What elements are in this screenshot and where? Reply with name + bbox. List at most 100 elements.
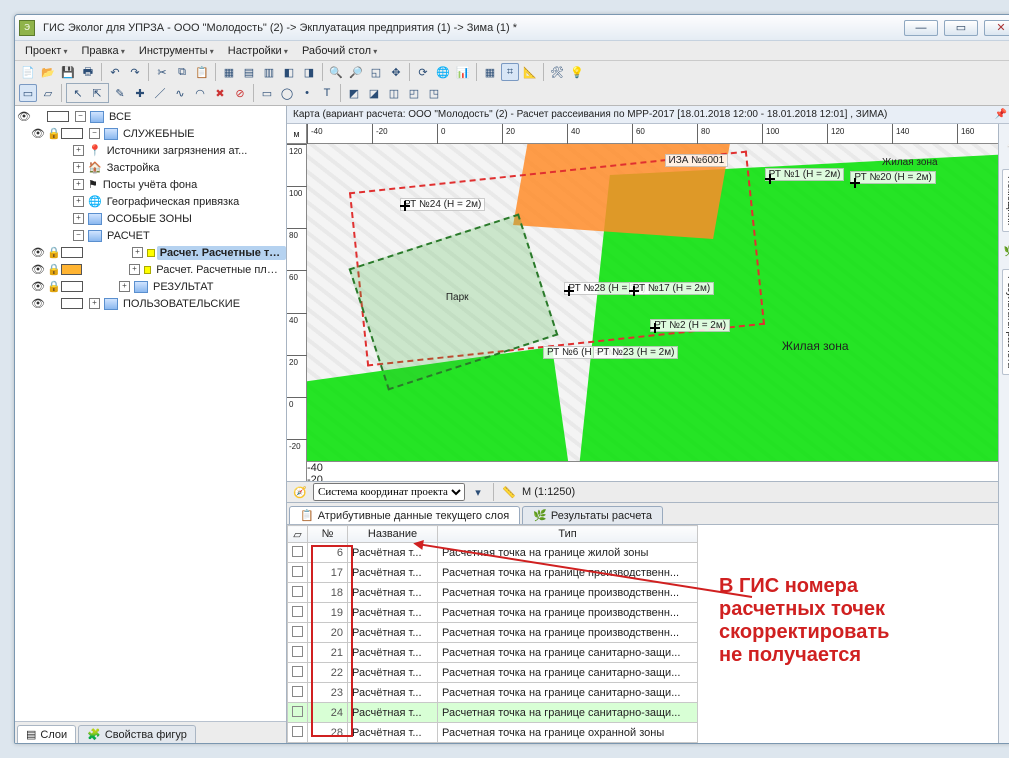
new-icon[interactable]: 📄 [19,63,37,81]
table-row[interactable]: 6Расчётная т...Расчетная точка на границ… [288,543,698,563]
node-edit-icon[interactable]: ✎ [111,84,129,102]
add-node-icon[interactable]: ✚ [131,84,149,102]
save-icon[interactable]: 💾 [59,63,77,81]
m2-icon[interactable]: ◪ [365,84,383,102]
row-checkbox[interactable] [292,646,303,657]
cell-num[interactable]: 17 [308,563,348,583]
calc-point-marker[interactable] [629,286,639,296]
pointer2-icon[interactable]: ⇱ [88,84,106,102]
cell-name[interactable]: Расчётная т... [348,643,438,663]
results-dock-icon[interactable]: 🌿 [1004,244,1009,257]
tree-item[interactable]: Источники загрязнения ат... [104,144,251,158]
eye-icon[interactable]: 👁 [31,246,45,259]
eye-icon[interactable]: 👁 [31,280,45,293]
expander[interactable]: + [73,162,84,173]
row-checkbox[interactable] [292,606,303,617]
cell-name[interactable]: Расчётная т... [348,663,438,683]
dock-tab-results[interactable]: Результаты расчета [1002,269,1009,375]
tree-item[interactable]: ОСОБЫЕ ЗОНЫ [104,212,195,226]
poly-tool-icon[interactable]: ▱ [39,84,57,102]
arc-icon[interactable]: ◠ [191,84,209,102]
menu-tools[interactable]: Инструменты [133,44,220,58]
cell-type[interactable]: Расчетная точка на границе производствен… [438,583,698,603]
line-icon[interactable]: ／ [151,84,169,102]
expander[interactable]: − [89,128,100,139]
measure-icon[interactable]: 📏 [500,483,518,501]
pin-icon[interactable]: 📌 [995,109,1007,120]
expander[interactable]: + [119,281,130,292]
cell-type[interactable]: Расчетная точка на границе охранной зоны [438,723,698,743]
tab-attributes[interactable]: 📋 Атрибутивные данные текущего слоя [289,506,520,524]
menu-workspace[interactable]: Рабочий стол [296,44,383,58]
cell-type[interactable]: Расчетная точка на границе производствен… [438,603,698,623]
select-tool-icon[interactable]: ▭ [19,84,37,102]
expander[interactable]: + [132,247,143,258]
table-row[interactable]: 28Расчётная т...Расчетная точка на грани… [288,723,698,743]
text-icon[interactable]: T [318,84,336,102]
row-checkbox[interactable] [292,626,303,637]
col-type[interactable]: Тип [438,526,698,543]
cell-type[interactable]: Расчетная точка на границе санитарно-защ… [438,703,698,723]
ruler-icon[interactable]: 📐 [521,63,539,81]
minimize-button[interactable]: — [904,20,938,36]
point-icon[interactable]: • [298,84,316,102]
cell-type[interactable]: Расчетная точка на границе производствен… [438,623,698,643]
cell-num[interactable]: 19 [308,603,348,623]
del-node-icon[interactable]: ✖ [211,84,229,102]
ellipse-icon[interactable]: ◯ [278,84,296,102]
m5-icon[interactable]: ◳ [425,84,443,102]
cell-num[interactable]: 28 [308,723,348,743]
tab-props[interactable]: 🧩 Свойства фигур [78,725,196,743]
row-checkbox[interactable] [292,686,303,697]
undo-icon[interactable]: ↶ [106,63,124,81]
snap-icon[interactable]: ⌗ [501,63,519,81]
chart-icon[interactable]: 📊 [454,63,472,81]
expander[interactable]: − [73,230,84,241]
row-checkbox[interactable] [292,666,303,677]
tab-results[interactable]: 🌿 Результаты расчета [522,506,663,524]
expander[interactable]: + [73,179,84,190]
eye-icon[interactable]: 👁 [31,263,45,276]
close-button[interactable]: ✕ [984,20,1009,36]
calc-point-marker[interactable] [850,178,860,188]
m3-icon[interactable]: ◫ [385,84,403,102]
tree-item[interactable]: Географическая привязка [104,195,243,209]
cell-num[interactable]: 24 [308,703,348,723]
menu-settings[interactable]: Настройки [222,44,294,58]
expander[interactable]: + [129,264,139,275]
row-checkbox[interactable] [292,706,303,717]
table-row[interactable]: 24Расчётная т...Расчетная точка на грани… [288,703,698,723]
tree-item[interactable]: Посты учёта фона [100,178,200,192]
layer-tree[interactable]: 👁 − ВСЕ 👁🔒 − СЛУЖЕБНЫЕ + 📍 Источники [15,106,286,721]
tree-item[interactable]: Расчет. Расчетные площ... [153,263,286,277]
zoom-out-icon[interactable]: 🔎 [347,63,365,81]
crs-select[interactable]: Система координат проекта [313,483,465,501]
row-checkbox[interactable] [292,586,303,597]
close-path-icon[interactable]: ⊘ [231,84,249,102]
calc-point-marker[interactable] [564,286,574,296]
cell-type[interactable]: Расчетная точка на границе производствен… [438,563,698,583]
m4-icon[interactable]: ◰ [405,84,423,102]
globe-icon[interactable]: 🌐 [434,63,452,81]
table-row[interactable]: 21Расчётная т...Расчетная точка на грани… [288,643,698,663]
helper-icon[interactable]: ❔ [1004,144,1009,157]
eye-icon[interactable]: 👁 [17,110,31,123]
copy-icon[interactable]: ⧉ [173,63,191,81]
row-checkbox[interactable] [292,566,303,577]
calc-point-marker[interactable] [765,174,775,184]
menu-project[interactable]: Проект [19,44,73,58]
layer2-icon[interactable]: ▤ [240,63,258,81]
bulb-icon[interactable]: 💡 [568,63,586,81]
table-row[interactable]: 23Расчётная т...Расчетная точка на грани… [288,683,698,703]
cell-name[interactable]: Расчётная т... [348,683,438,703]
eye-icon[interactable]: 👁 [31,297,45,310]
expander[interactable]: − [75,111,86,122]
cell-name[interactable]: Расчётная т... [348,723,438,743]
tree-group[interactable]: СЛУЖЕБНЫЕ [120,127,198,141]
cell-name[interactable]: Расчётная т... [348,603,438,623]
cell-num[interactable]: 20 [308,623,348,643]
m1-icon[interactable]: ◩ [345,84,363,102]
table-row[interactable]: 22Расчётная т...Расчетная точка на грани… [288,663,698,683]
cell-name[interactable]: Расчётная т... [348,703,438,723]
expander[interactable]: + [73,213,84,224]
